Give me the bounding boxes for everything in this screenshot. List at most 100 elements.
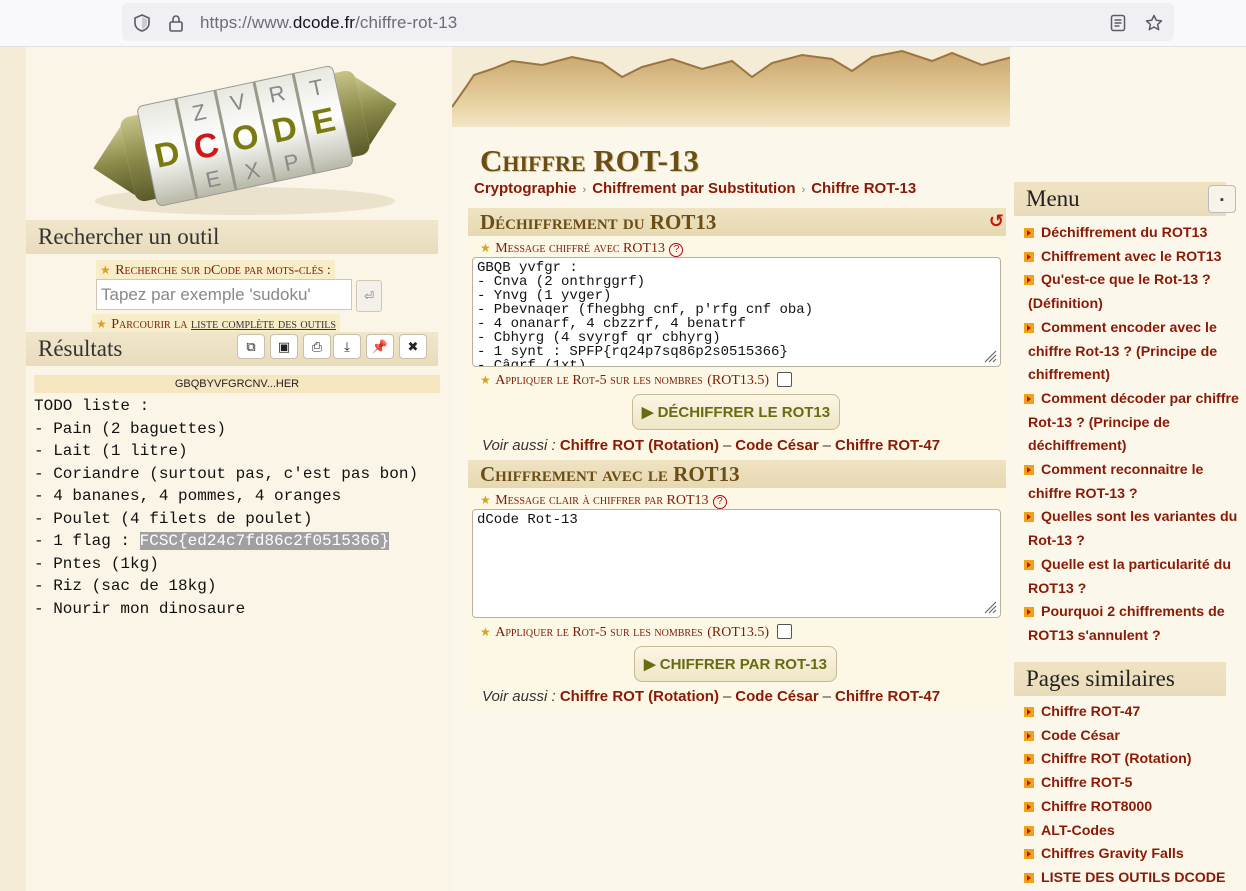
star-icon: ★ bbox=[480, 625, 491, 639]
browse-tools-label: ★ Parcourir la liste complète des outils bbox=[92, 314, 340, 334]
result-line: - Riz (sac de 18kg) bbox=[34, 577, 217, 595]
breadcrumb: Cryptographie › Chiffrement par Substituti… bbox=[474, 180, 916, 197]
reset-icon[interactable]: ↺ bbox=[989, 208, 1004, 236]
copy-icon: ⧉ bbox=[246, 339, 256, 354]
close-results-button[interactable]: ✖ bbox=[399, 334, 427, 359]
link-code-cesar[interactable]: Code César bbox=[735, 437, 818, 454]
menu-item[interactable]: Comment décoder par chiffre Rot-13 ? (Pr… bbox=[1024, 388, 1244, 459]
similar-item[interactable]: Chiffre ROT-47 bbox=[1024, 701, 1244, 725]
tool-search-input[interactable]: Tapez par exemple 'sudoku' bbox=[96, 279, 352, 310]
similar-item[interactable]: Chiffre ROT8000 bbox=[1024, 796, 1244, 820]
menu-toggle-button[interactable]: ▪ bbox=[1208, 185, 1236, 213]
menu-item[interactable]: Comment encoder avec le chiffre Rot-13 ?… bbox=[1024, 317, 1244, 388]
similar-item[interactable]: Chiffres Gravity Falls bbox=[1024, 843, 1244, 867]
link-code-cesar[interactable]: Code César bbox=[735, 688, 818, 705]
decrypt-button[interactable]: ▶ DÉCHIFFRER LE ROT13 bbox=[632, 394, 840, 430]
copy-button[interactable]: ⧉ bbox=[237, 334, 265, 359]
menu-item[interactable]: Chiffrement avec le ROT13 bbox=[1024, 246, 1244, 270]
pin-icon: 📌 bbox=[371, 339, 389, 354]
arrow-bullet-icon bbox=[1024, 825, 1034, 836]
reader-view-icon[interactable] bbox=[1108, 13, 1128, 33]
address-bar[interactable]: https://www.dcode.fr/chiffre-rot-13 bbox=[122, 3, 1174, 41]
menu-item[interactable]: Pourquoi 2 chiffrements de ROT13 s'annul… bbox=[1024, 601, 1244, 648]
lock-icon[interactable] bbox=[166, 13, 186, 33]
result-line: - 4 bananes, 4 pommes, 4 oranges bbox=[34, 487, 342, 505]
search-submit-button[interactable]: ⏎ bbox=[356, 280, 382, 312]
search-heading: Rechercher un outil bbox=[26, 220, 438, 254]
print-icon: ⎙ bbox=[311, 339, 323, 354]
resize-handle-icon[interactable] bbox=[983, 600, 997, 614]
similar-item[interactable]: Chiffre ROT-5 bbox=[1024, 772, 1244, 796]
ciphertext-label: ★ Message chiffré avec ROT13 ? bbox=[480, 239, 684, 257]
result-line: - Pntes (1kg) bbox=[34, 554, 159, 573]
breadcrumb-rot13[interactable]: Chiffre ROT-13 bbox=[811, 180, 916, 197]
print-button[interactable]: ⎙ bbox=[303, 334, 331, 359]
link-rot-rotation[interactable]: Chiffre ROT (Rotation) bbox=[560, 437, 719, 454]
chevron-right-icon: › bbox=[582, 184, 587, 196]
result-line: - Poulet (4 filets de poulet) bbox=[34, 509, 313, 528]
similar-pages-list: Chiffre ROT-47 Code César Chiffre ROT (R… bbox=[1024, 701, 1244, 891]
help-icon[interactable]: ? bbox=[669, 243, 684, 257]
breadcrumb-substitution[interactable]: Chiffrement par Substitution bbox=[592, 180, 795, 197]
similar-item[interactable]: LISTE DES OUTILS DCODE bbox=[1024, 867, 1244, 891]
menu-item[interactable]: Quelles sont les variantes du Rot-13 ? bbox=[1024, 506, 1244, 553]
rot5-decrypt-checkbox[interactable] bbox=[777, 372, 793, 388]
arrow-bullet-icon bbox=[1024, 559, 1034, 570]
download-button[interactable]: ⤓ bbox=[333, 334, 361, 359]
result-line: TODO liste : bbox=[34, 397, 150, 415]
rot5-decrypt-option: ★ Appliquer le Rot-5 sur les nombres (RO… bbox=[480, 371, 793, 389]
tool-list-link[interactable]: liste complète des outils bbox=[191, 317, 336, 332]
pin-button[interactable]: 📌 bbox=[366, 334, 394, 359]
menu-item[interactable]: Qu'est-ce que le Rot-13 ? (Définition) bbox=[1024, 269, 1244, 316]
menu-list: Déchiffrement du ROT13 Chiffrement avec … bbox=[1024, 222, 1244, 649]
result-title: GBQBYVFGRCNV...HER bbox=[34, 375, 440, 393]
encrypt-section-heading: Chiffrement avec le ROT13 bbox=[468, 460, 1006, 488]
breadcrumb-cryptographie[interactable]: Cryptographie bbox=[474, 180, 577, 197]
arrow-bullet-icon bbox=[1024, 872, 1034, 883]
download-icon: ⤓ bbox=[344, 339, 350, 354]
arrow-bullet-icon bbox=[1024, 228, 1034, 238]
left-sidebar: D C O D E Z V R T E X P Rechercher un ou… bbox=[26, 47, 452, 891]
result-line: - Lait (1 litre) bbox=[34, 442, 188, 460]
keyword-search-label: ★ Recherche sur dCode par mots-clés : bbox=[96, 260, 335, 280]
link-rot47[interactable]: Chiffre ROT-47 bbox=[835, 688, 940, 705]
similar-item[interactable]: Code César bbox=[1024, 725, 1244, 749]
dcode-logo[interactable]: D C O D E Z V R T E X P bbox=[70, 51, 420, 221]
menu-item[interactable]: Comment reconnaitre le chiffre ROT-13 ? bbox=[1024, 459, 1244, 506]
bookmark-star-icon[interactable] bbox=[1144, 13, 1164, 33]
plaintext-textarea[interactable]: dCode Rot-13 bbox=[472, 509, 1001, 618]
help-icon[interactable]: ? bbox=[712, 495, 727, 509]
flag-highlight: FCSC{ed24c7fd86c2f0515366} bbox=[139, 532, 390, 550]
link-rot47[interactable]: Chiffre ROT-47 bbox=[835, 437, 940, 454]
result-output[interactable]: TODO liste : - Pain (2 baguettes) - Lait (… bbox=[34, 395, 444, 620]
arrow-bullet-icon bbox=[1024, 465, 1034, 476]
resize-handle-icon[interactable] bbox=[983, 349, 997, 363]
shield-icon[interactable] bbox=[132, 13, 152, 33]
save-icon: ▣ bbox=[277, 339, 291, 354]
ciphertext-textarea[interactable]: GBQB yvfgr : - Cnva (2 onthrggrf) - Ynvg… bbox=[472, 257, 1001, 367]
link-rot-rotation[interactable]: Chiffre ROT (Rotation) bbox=[560, 688, 719, 705]
right-sidebar: Menu ▪ Déchiffrement du ROT13 Chiffremen… bbox=[1010, 47, 1246, 891]
similar-item[interactable]: ALT-Codes bbox=[1024, 820, 1244, 844]
rot5-encrypt-option: ★ Appliquer le Rot-5 sur les nombres (RO… bbox=[480, 623, 793, 641]
star-icon: ★ bbox=[480, 241, 491, 255]
star-icon: ★ bbox=[480, 373, 491, 387]
arrow-bullet-icon bbox=[1024, 754, 1034, 765]
result-line: - Coriandre (surtout pas, c'est pas bon) bbox=[34, 464, 419, 483]
arrow-bullet-icon bbox=[1024, 393, 1034, 404]
encrypt-button[interactable]: ▶ CHIFFRER PAR ROT-13 bbox=[634, 646, 837, 682]
decrypt-section-heading: Déchiffrement du ROT13 ↺ bbox=[468, 208, 1006, 236]
arrow-bullet-icon bbox=[1024, 730, 1034, 741]
result-line: - Nourir mon dinosaure bbox=[34, 599, 246, 618]
enter-icon: ⏎ bbox=[363, 289, 375, 303]
save-button[interactable]: ▣ bbox=[270, 334, 298, 359]
url-text[interactable]: https://www.dcode.fr/chiffre-rot-13 bbox=[200, 13, 457, 33]
arrow-bullet-icon bbox=[1024, 275, 1034, 286]
rot5-encrypt-checkbox[interactable] bbox=[777, 624, 793, 640]
star-icon: ★ bbox=[96, 317, 107, 331]
menu-item[interactable]: Déchiffrement du ROT13 bbox=[1024, 222, 1244, 246]
menu-item[interactable]: Quelle est la particularité du ROT13 ? bbox=[1024, 554, 1244, 601]
similar-item[interactable]: Chiffre ROT (Rotation) bbox=[1024, 748, 1244, 772]
close-icon: ✖ bbox=[407, 339, 419, 354]
arrow-bullet-icon bbox=[1024, 251, 1034, 262]
